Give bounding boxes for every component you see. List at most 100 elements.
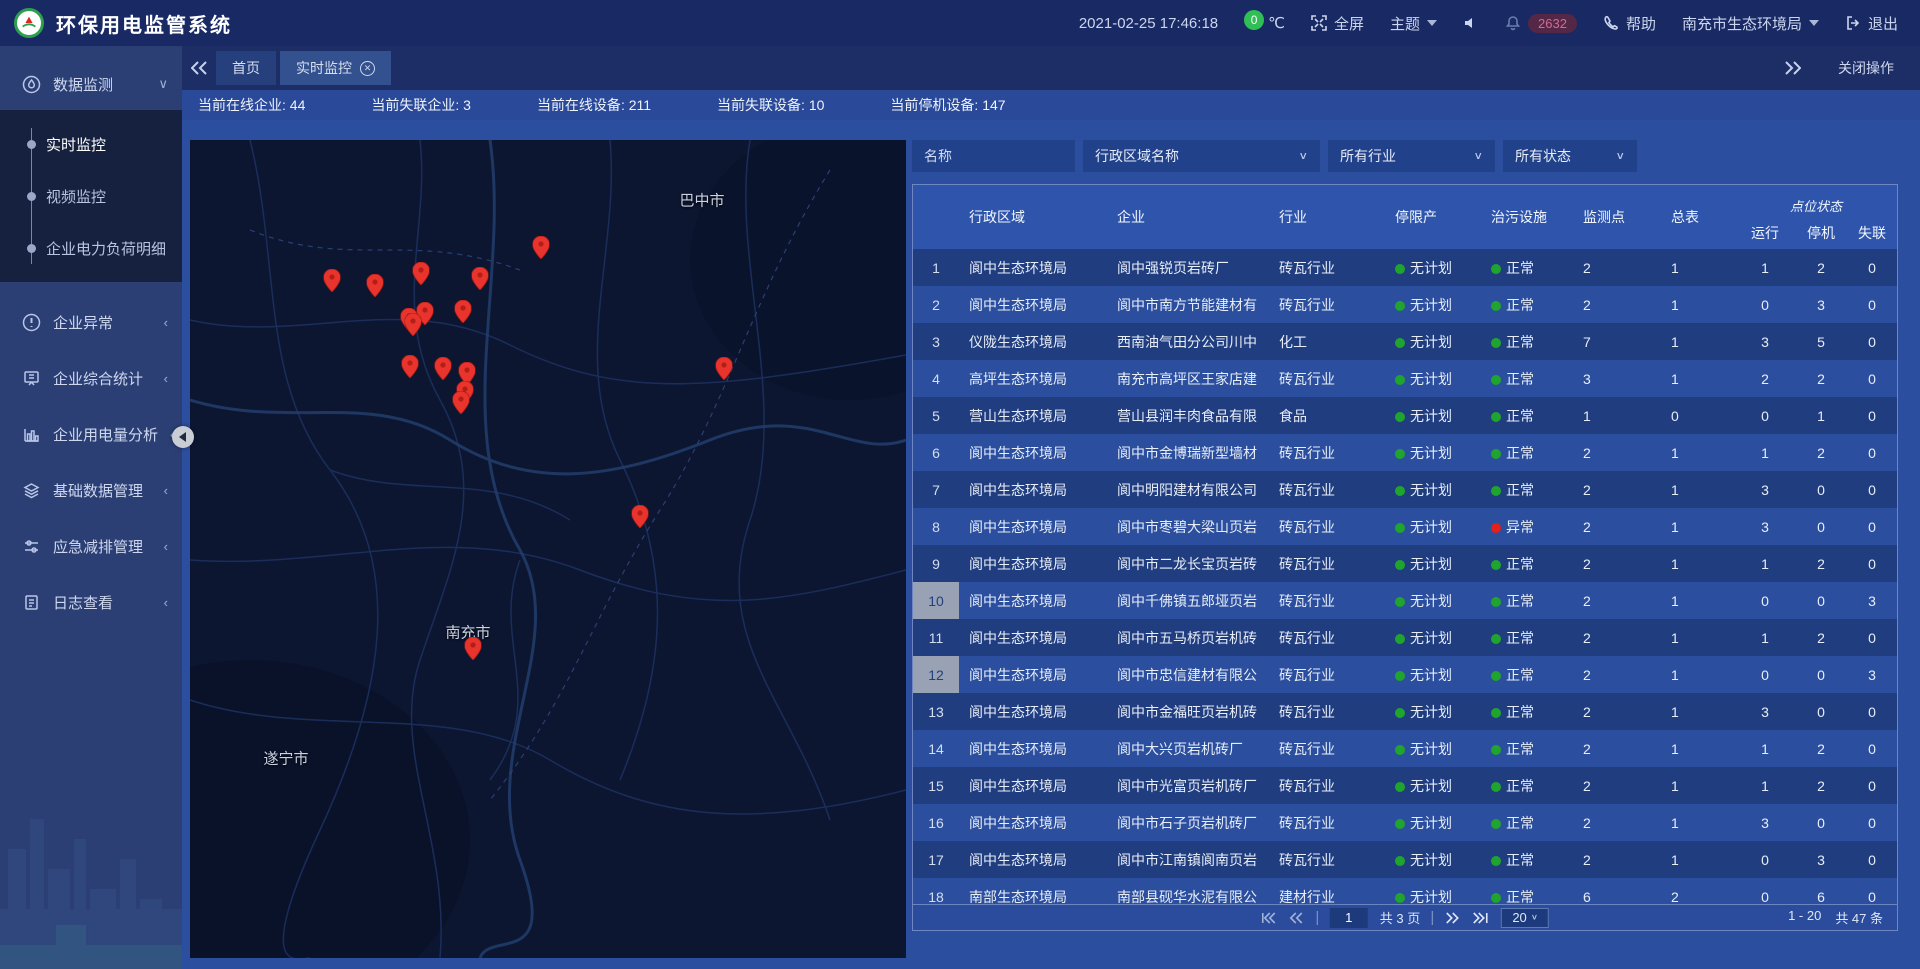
table-row[interactable]: 6 阆中生态环境局 阆中市金博瑞新型墙材 砖瓦行业 无计划 正常 2 1 1 2… — [913, 434, 1897, 471]
cell-industry: 砖瓦行业 — [1269, 739, 1385, 759]
table-row[interactable]: 18 南部生态环境局 南部县砚华水泥有限公 建材行业 无计划 正常 6 2 0 … — [913, 878, 1897, 904]
map-pin[interactable] — [533, 236, 550, 259]
map-pin[interactable] — [435, 357, 452, 380]
mute-button[interactable] — [1463, 15, 1479, 31]
chevron-left-icon: ‹ — [164, 483, 168, 498]
close-operations-button[interactable]: 关闭操作 — [1838, 58, 1894, 78]
page-size-select[interactable]: 20 ∨ — [1501, 908, 1549, 928]
sidebar-item-company-abnormal[interactable]: 企业异常 ‹ — [0, 294, 182, 350]
table-row[interactable]: 7 阆中生态环境局 阆中明阳建材有限公司 砖瓦行业 无计划 正常 2 1 3 0… — [913, 471, 1897, 508]
cell-industry: 砖瓦行业 — [1269, 258, 1385, 278]
name-search-input[interactable] — [912, 140, 1075, 172]
tabs-scroll-right-button[interactable] — [1776, 61, 1810, 75]
table-row[interactable]: 14 阆中生态环境局 阆中大兴页岩机砖厂 砖瓦行业 无计划 正常 2 1 1 2… — [913, 730, 1897, 767]
cell-industry: 砖瓦行业 — [1269, 702, 1385, 722]
cell-facility-status: 正常 — [1481, 887, 1573, 905]
status-dot-icon — [1395, 375, 1405, 385]
org-menu[interactable]: 南充市生态环境局 — [1682, 13, 1819, 34]
cell-region: 南部生态环境局 — [959, 887, 1107, 905]
map-pin[interactable] — [632, 505, 649, 528]
cell-region: 阆中生态环境局 — [959, 295, 1107, 315]
chevron-down-icon: ∨ — [1298, 150, 1308, 163]
cell-run-count: 0 — [1737, 667, 1793, 683]
table-row[interactable]: 9 阆中生态环境局 阆中市二龙长宝页岩砖 砖瓦行业 无计划 正常 2 1 1 2… — [913, 545, 1897, 582]
map-pin[interactable] — [455, 300, 472, 323]
top-header: 环保用电监管系统 2021-02-25 17:46:18 0 ℃ 全屏 主题 2… — [0, 0, 1920, 46]
sidebar-item-log-view[interactable]: 日志查看 ‹ — [0, 574, 182, 630]
sidebar-item-power-analysis[interactable]: 企业用电量分析 ‹ — [0, 406, 182, 462]
help-button[interactable]: 帮助 — [1603, 13, 1656, 34]
table-row[interactable]: 11 阆中生态环境局 阆中市五马桥页岩机砖 砖瓦行业 无计划 正常 2 1 1 … — [913, 619, 1897, 656]
table-row[interactable]: 15 阆中生态环境局 阆中市光富页岩机砖厂 砖瓦行业 无计划 正常 2 1 1 … — [913, 767, 1897, 804]
fullscreen-button[interactable]: 全屏 — [1311, 13, 1364, 34]
first-page-button[interactable] — [1261, 912, 1277, 924]
chevron-left-icon: ‹ — [164, 315, 168, 330]
cell-halt-count: 2 — [1793, 778, 1849, 794]
sidebar-item-company-statistics[interactable]: 企业综合统计 ‹ — [0, 350, 182, 406]
cell-halt-count: 5 — [1793, 334, 1849, 350]
cell-halt-count: 2 — [1793, 371, 1849, 387]
map-pin[interactable] — [465, 637, 482, 660]
table-row[interactable]: 10 阆中生态环境局 阆中千佛镇五郎垭页岩 砖瓦行业 无计划 正常 2 1 0 … — [913, 582, 1897, 619]
table-row[interactable]: 8 阆中生态环境局 阆中市枣碧大梁山页岩 砖瓦行业 无计划 异常 2 1 3 0… — [913, 508, 1897, 545]
cell-region: 仪陇生态环境局 — [959, 332, 1107, 352]
sidebar-item-power-load-detail[interactable]: 企业电力负荷明细 — [0, 222, 182, 274]
map-pin[interactable] — [405, 313, 422, 336]
next-page-button[interactable] — [1445, 912, 1461, 924]
cell-monitor-count: 2 — [1573, 667, 1661, 683]
sidebar-item-data-monitoring[interactable]: 数据监测 ∨ — [0, 58, 182, 110]
app-title: 环保用电监管系统 — [56, 9, 232, 38]
theme-menu[interactable]: 主题 — [1390, 13, 1437, 34]
cell-halt-count: 2 — [1793, 260, 1849, 276]
stat-item: 当前在线设备: 211 — [537, 95, 651, 115]
sidebar-item-realtime-monitoring[interactable]: 实时监控 — [0, 118, 182, 170]
cell-run-count: 1 — [1737, 741, 1793, 757]
map-pin[interactable] — [716, 357, 733, 380]
table-row[interactable]: 5 营山生态环境局 营山县润丰肉食品有限 食品 无计划 正常 1 0 0 1 0 — [913, 397, 1897, 434]
table-row[interactable]: 17 阆中生态环境局 阆中市江南镇阆南页岩 砖瓦行业 无计划 正常 2 1 0 … — [913, 841, 1897, 878]
industry-select[interactable]: 所有行业 ∨ — [1328, 140, 1495, 172]
sidebar-item-basic-data[interactable]: 基础数据管理 ‹ — [0, 462, 182, 518]
cell-run-count: 1 — [1737, 260, 1793, 276]
map-pin[interactable] — [324, 269, 341, 292]
sidebar-item-emergency-reduction[interactable]: 应急减排管理 ‹ — [0, 518, 182, 574]
table-row[interactable]: 16 阆中生态环境局 阆中市石子页岩机砖厂 砖瓦行业 无计划 正常 2 1 3 … — [913, 804, 1897, 841]
map-pin[interactable] — [453, 391, 470, 414]
cell-halt-count: 0 — [1793, 815, 1849, 831]
table-row[interactable]: 13 阆中生态环境局 阆中市金福旺页岩机砖 砖瓦行业 无计划 正常 2 1 3 … — [913, 693, 1897, 730]
map[interactable]: 巴中市南充市遂宁市 — [190, 140, 906, 958]
total-count-label: 共 47 条 — [1835, 908, 1883, 927]
map-pin[interactable] — [367, 274, 384, 297]
table-row[interactable]: 2 阆中生态环境局 阆中市南方节能建材有 砖瓦行业 无计划 正常 2 1 0 3… — [913, 286, 1897, 323]
last-page-button[interactable] — [1473, 912, 1489, 924]
table-row[interactable]: 1 阆中生态环境局 阆中强锐页岩砖厂 砖瓦行业 无计划 正常 2 1 1 2 0 — [913, 249, 1897, 286]
row-index: 4 — [913, 360, 959, 397]
pagination-controls: 1 共 3 页 20 ∨ — [1261, 908, 1549, 928]
map-pin[interactable] — [413, 262, 430, 285]
total-pages-label: 共 3 页 — [1380, 908, 1420, 927]
fullscreen-icon — [1311, 15, 1327, 31]
region-select[interactable]: 行政区域名称 ∨ — [1083, 140, 1320, 172]
map-pin[interactable] — [402, 355, 419, 378]
sidebar-item-video-monitoring[interactable]: 视频监控 — [0, 170, 182, 222]
exit-icon — [1845, 15, 1861, 31]
table-row[interactable]: 12 阆中生态环境局 阆中市忠信建材有限公 砖瓦行业 无计划 正常 2 1 0 … — [913, 656, 1897, 693]
notifications[interactable]: 2632 — [1505, 14, 1577, 33]
tab-realtime-monitoring[interactable]: 实时监控 ✕ — [280, 51, 391, 85]
table-row[interactable]: 3 仪陇生态环境局 西南油气田分公司川中 化工 无计划 正常 7 1 3 5 0 — [913, 323, 1897, 360]
cell-monitor-count: 2 — [1573, 741, 1661, 757]
cell-region: 阆中生态环境局 — [959, 480, 1107, 500]
page-number-input[interactable]: 1 — [1330, 908, 1368, 928]
previous-page-button[interactable] — [1289, 912, 1305, 924]
close-tab-icon[interactable]: ✕ — [360, 61, 375, 76]
collapse-panel-button[interactable] — [172, 426, 194, 448]
table-body: 1 阆中生态环境局 阆中强锐页岩砖厂 砖瓦行业 无计划 正常 2 1 1 2 0… — [913, 249, 1897, 904]
tab-home[interactable]: 首页 — [216, 51, 276, 85]
table-row[interactable]: 4 高坪生态环境局 南充市高坪区王家店建 砖瓦行业 无计划 正常 3 1 2 2… — [913, 360, 1897, 397]
tabs-scroll-left-button[interactable] — [182, 61, 216, 75]
cell-run-count: 0 — [1737, 593, 1793, 609]
map-pin[interactable] — [472, 267, 489, 290]
logout-button[interactable]: 退出 — [1845, 13, 1898, 34]
status-select[interactable]: 所有状态 ∨ — [1503, 140, 1637, 172]
stat-item: 当前失联设备: 10 — [717, 95, 824, 115]
